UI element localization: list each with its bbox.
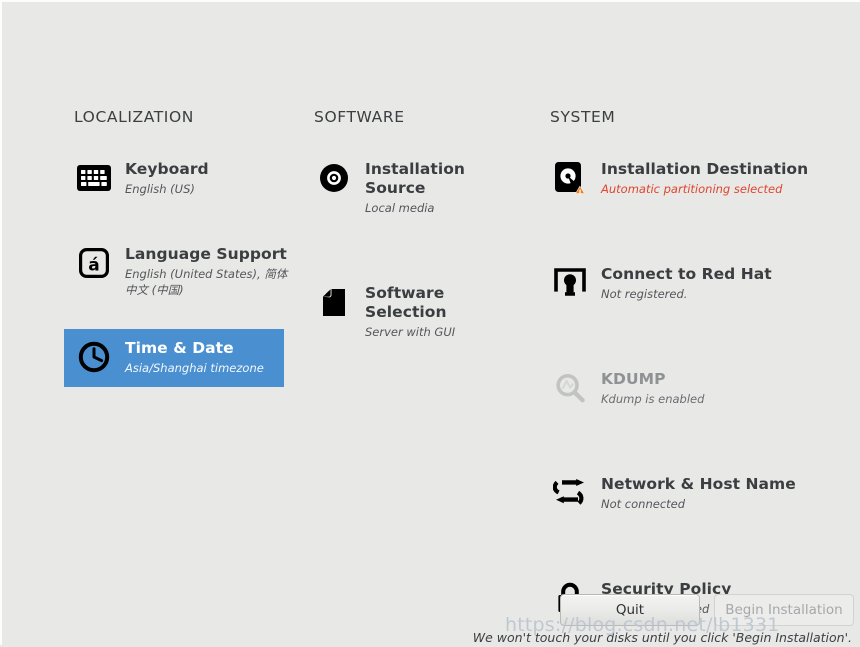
hub-item-title: Installation Destination [601, 160, 809, 178]
hub-item-software-selection[interactable]: Software Selection Server with GUI [304, 274, 539, 351]
footer-note: We won't touch your disks until you clic… [472, 630, 852, 645]
footer-button-row: Quit Begin Installation [560, 594, 854, 626]
column-title-system: SYSTEM [550, 108, 616, 126]
hub-item-subtitle: Server with GUI [365, 325, 456, 339]
hub-item-text: Keyboard English (US) [125, 159, 209, 197]
magnifier-icon [550, 369, 590, 407]
network-arrows-icon [550, 474, 590, 512]
hub-item-title: Software Selection [365, 284, 447, 321]
hub-item-text: KDUMP Kdump is enabled [601, 369, 704, 407]
hub-item-network-and-host-name[interactable]: Network & Host Name Not connected [540, 465, 850, 523]
footer-bar: Quit Begin Installation We won't touch y… [2, 587, 860, 647]
hub-item-title: Time & Date [125, 339, 234, 357]
hub-item-title: Network & Host Name [601, 475, 796, 493]
hub-item-subtitle: Kdump is enabled [601, 392, 705, 406]
hub-item-subtitle: English (United States), 简体中文 (中国) [125, 267, 288, 297]
hub-item-kdump[interactable]: KDUMP Kdump is enabled [540, 360, 850, 418]
hub-item-title: KDUMP [601, 370, 666, 388]
svg-text:á: á [88, 255, 99, 275]
disc-icon [314, 159, 354, 197]
hub-item-subtitle: Not registered. [601, 287, 688, 301]
hub-item-text: Connect to Red Hat Not registered. [601, 264, 772, 302]
subscription-icon [550, 264, 590, 302]
hub-item-title: Connect to Red Hat [601, 265, 772, 283]
package-icon [314, 283, 354, 321]
column-localization: LOCALIZATION Keyboard English (US) á Lan… [64, 108, 299, 387]
hub-item-subtitle: Asia/Shanghai timezone [125, 361, 264, 375]
harddisk-warning-icon [550, 159, 590, 197]
hub-item-subtitle: Automatic partitioning selected [601, 182, 783, 196]
hub-item-text: Installation Destination Automatic parti… [601, 159, 808, 197]
column-title-localization: LOCALIZATION [74, 108, 194, 126]
column-software: SOFTWARE Installation Source Local media [314, 108, 539, 379]
hub-item-time-and-date[interactable]: Time & Date Asia/Shanghai timezone [64, 329, 284, 387]
hub-item-text: Time & Date Asia/Shanghai timezone [125, 338, 264, 376]
hub-item-title: Keyboard [125, 160, 209, 178]
clock-icon [74, 338, 114, 376]
installation-summary-screen: LOCALIZATION Keyboard English (US) á Lan… [0, 0, 860, 645]
hub-item-language-support[interactable]: á Language Support English (United State… [64, 235, 299, 309]
hub-item-title: Installation Source [365, 160, 465, 197]
hub-item-text: Network & Host Name Not connected [601, 474, 796, 512]
hub-columns: LOCALIZATION Keyboard English (US) á Lan… [2, 2, 860, 616]
hub-item-subtitle: English (US) [125, 182, 195, 196]
language-support-icon: á [74, 244, 114, 282]
keyboard-icon [74, 159, 114, 197]
hub-item-subtitle: Not connected [601, 497, 686, 511]
column-system: SYSTEM Installation Destination Automati… [550, 108, 850, 628]
quit-button[interactable]: Quit [560, 594, 700, 626]
hub-item-title: Language Support [125, 245, 287, 263]
hub-item-text: Software Selection Server with GUI [365, 283, 529, 340]
hub-item-text: Installation Source Local media [365, 159, 529, 216]
hub-item-text: Language Support English (United States)… [125, 244, 289, 298]
column-title-software: SOFTWARE [314, 108, 405, 126]
hub-item-subtitle: Local media [365, 201, 435, 215]
hub-item-connect-to-red-hat[interactable]: Connect to Red Hat Not registered. [540, 255, 850, 313]
hub-item-keyboard[interactable]: Keyboard English (US) [64, 150, 299, 208]
hub-item-installation-destination[interactable]: Installation Destination Automatic parti… [540, 150, 850, 208]
begin-installation-button[interactable]: Begin Installation [714, 594, 854, 626]
hub-item-installation-source[interactable]: Installation Source Local media [304, 150, 539, 227]
